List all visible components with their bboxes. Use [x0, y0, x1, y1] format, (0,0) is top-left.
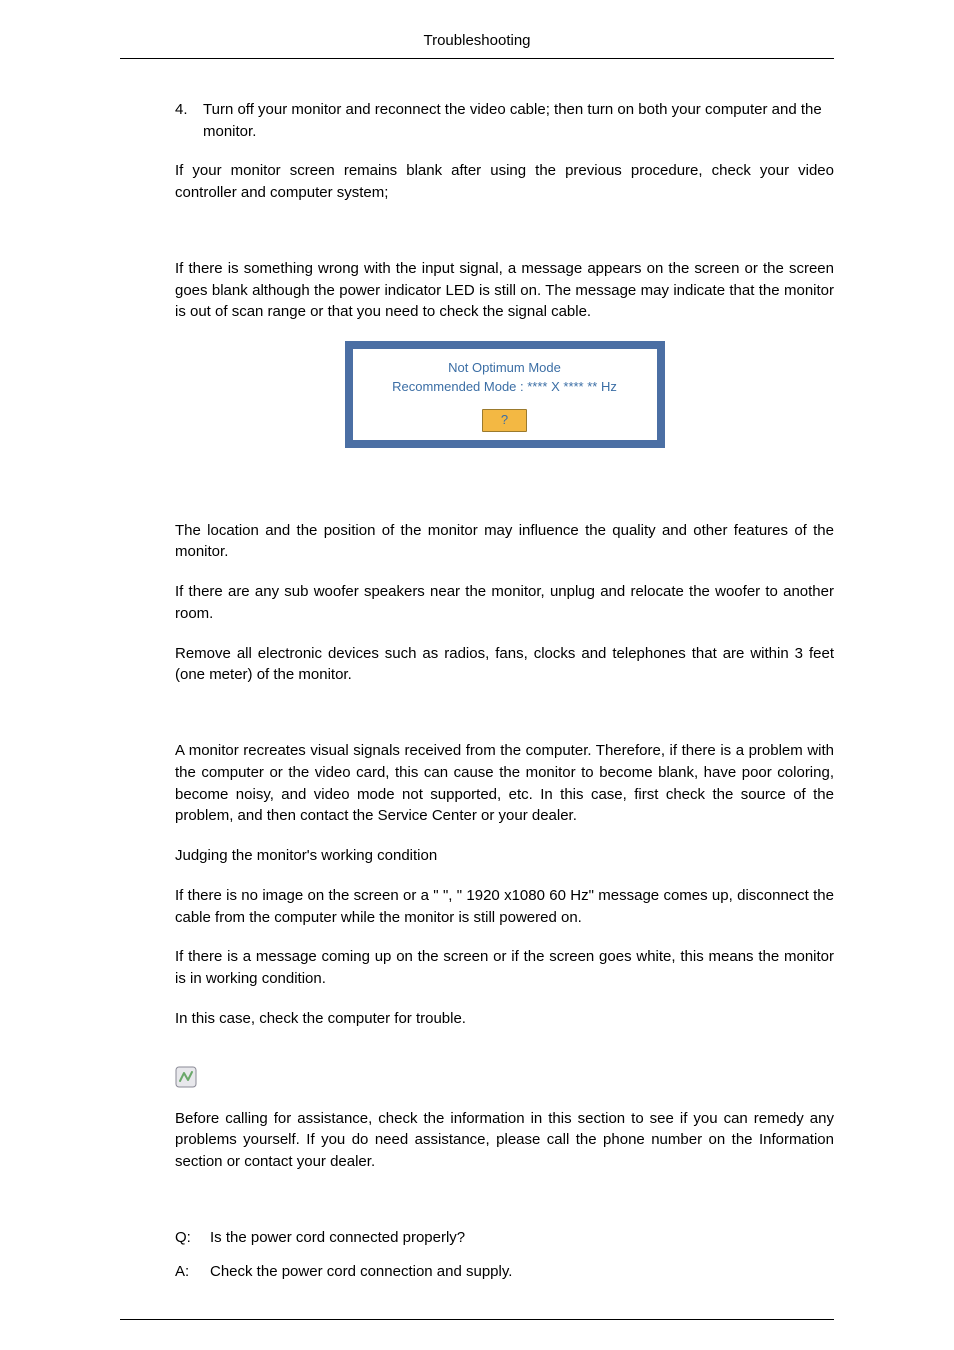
dialog-subtitle: Recommended Mode : **** X **** ** Hz — [359, 378, 651, 397]
para-before-calling: Before calling for assistance, check the… — [175, 1108, 834, 1173]
a-text: Check the power cord connection and supp… — [210, 1261, 512, 1283]
header-rule — [120, 58, 834, 59]
note-icon — [175, 1066, 197, 1088]
dialog-help-button: ? — [482, 409, 527, 432]
para-noimage: If there is no image on the screen or a … — [175, 885, 834, 929]
dialog-box: Not Optimum Mode Recommended Mode : ****… — [345, 341, 665, 448]
a-label: A: — [175, 1261, 210, 1283]
para-check-computer: In this case, check the computer for tro… — [175, 1008, 834, 1030]
para-recreates: A monitor recreates visual signals recei… — [175, 740, 834, 827]
qa-answer: A: Check the power cord connection and s… — [175, 1261, 834, 1283]
step-text: Turn off your monitor and reconnect the … — [203, 99, 834, 143]
para-devices: Remove all electronic devices such as ra… — [175, 643, 834, 687]
para-input-signal: If there is something wrong with the inp… — [175, 258, 834, 323]
qa-question: Q: Is the power cord connected properly? — [175, 1227, 834, 1249]
para-judging: Judging the monitor's working condition — [175, 845, 834, 867]
para-woofer: If there are any sub woofer speakers nea… — [175, 581, 834, 625]
q-text: Is the power cord connected properly? — [210, 1227, 465, 1249]
para-location: The location and the position of the mon… — [175, 520, 834, 564]
page-header: Troubleshooting — [120, 30, 834, 52]
para-blank-screen: If your monitor screen remains blank aft… — [175, 160, 834, 204]
step-4: 4. Turn off your monitor and reconnect t… — [175, 99, 834, 143]
dialog-inner: Not Optimum Mode Recommended Mode : ****… — [353, 349, 657, 440]
footer-rule — [120, 1319, 834, 1320]
dialog-title: Not Optimum Mode — [359, 359, 651, 378]
step-number: 4. — [175, 99, 203, 143]
main-content: 4. Turn off your monitor and reconnect t… — [120, 99, 834, 1283]
para-if-message: If there is a message coming up on the s… — [175, 946, 834, 990]
q-label: Q: — [175, 1227, 210, 1249]
